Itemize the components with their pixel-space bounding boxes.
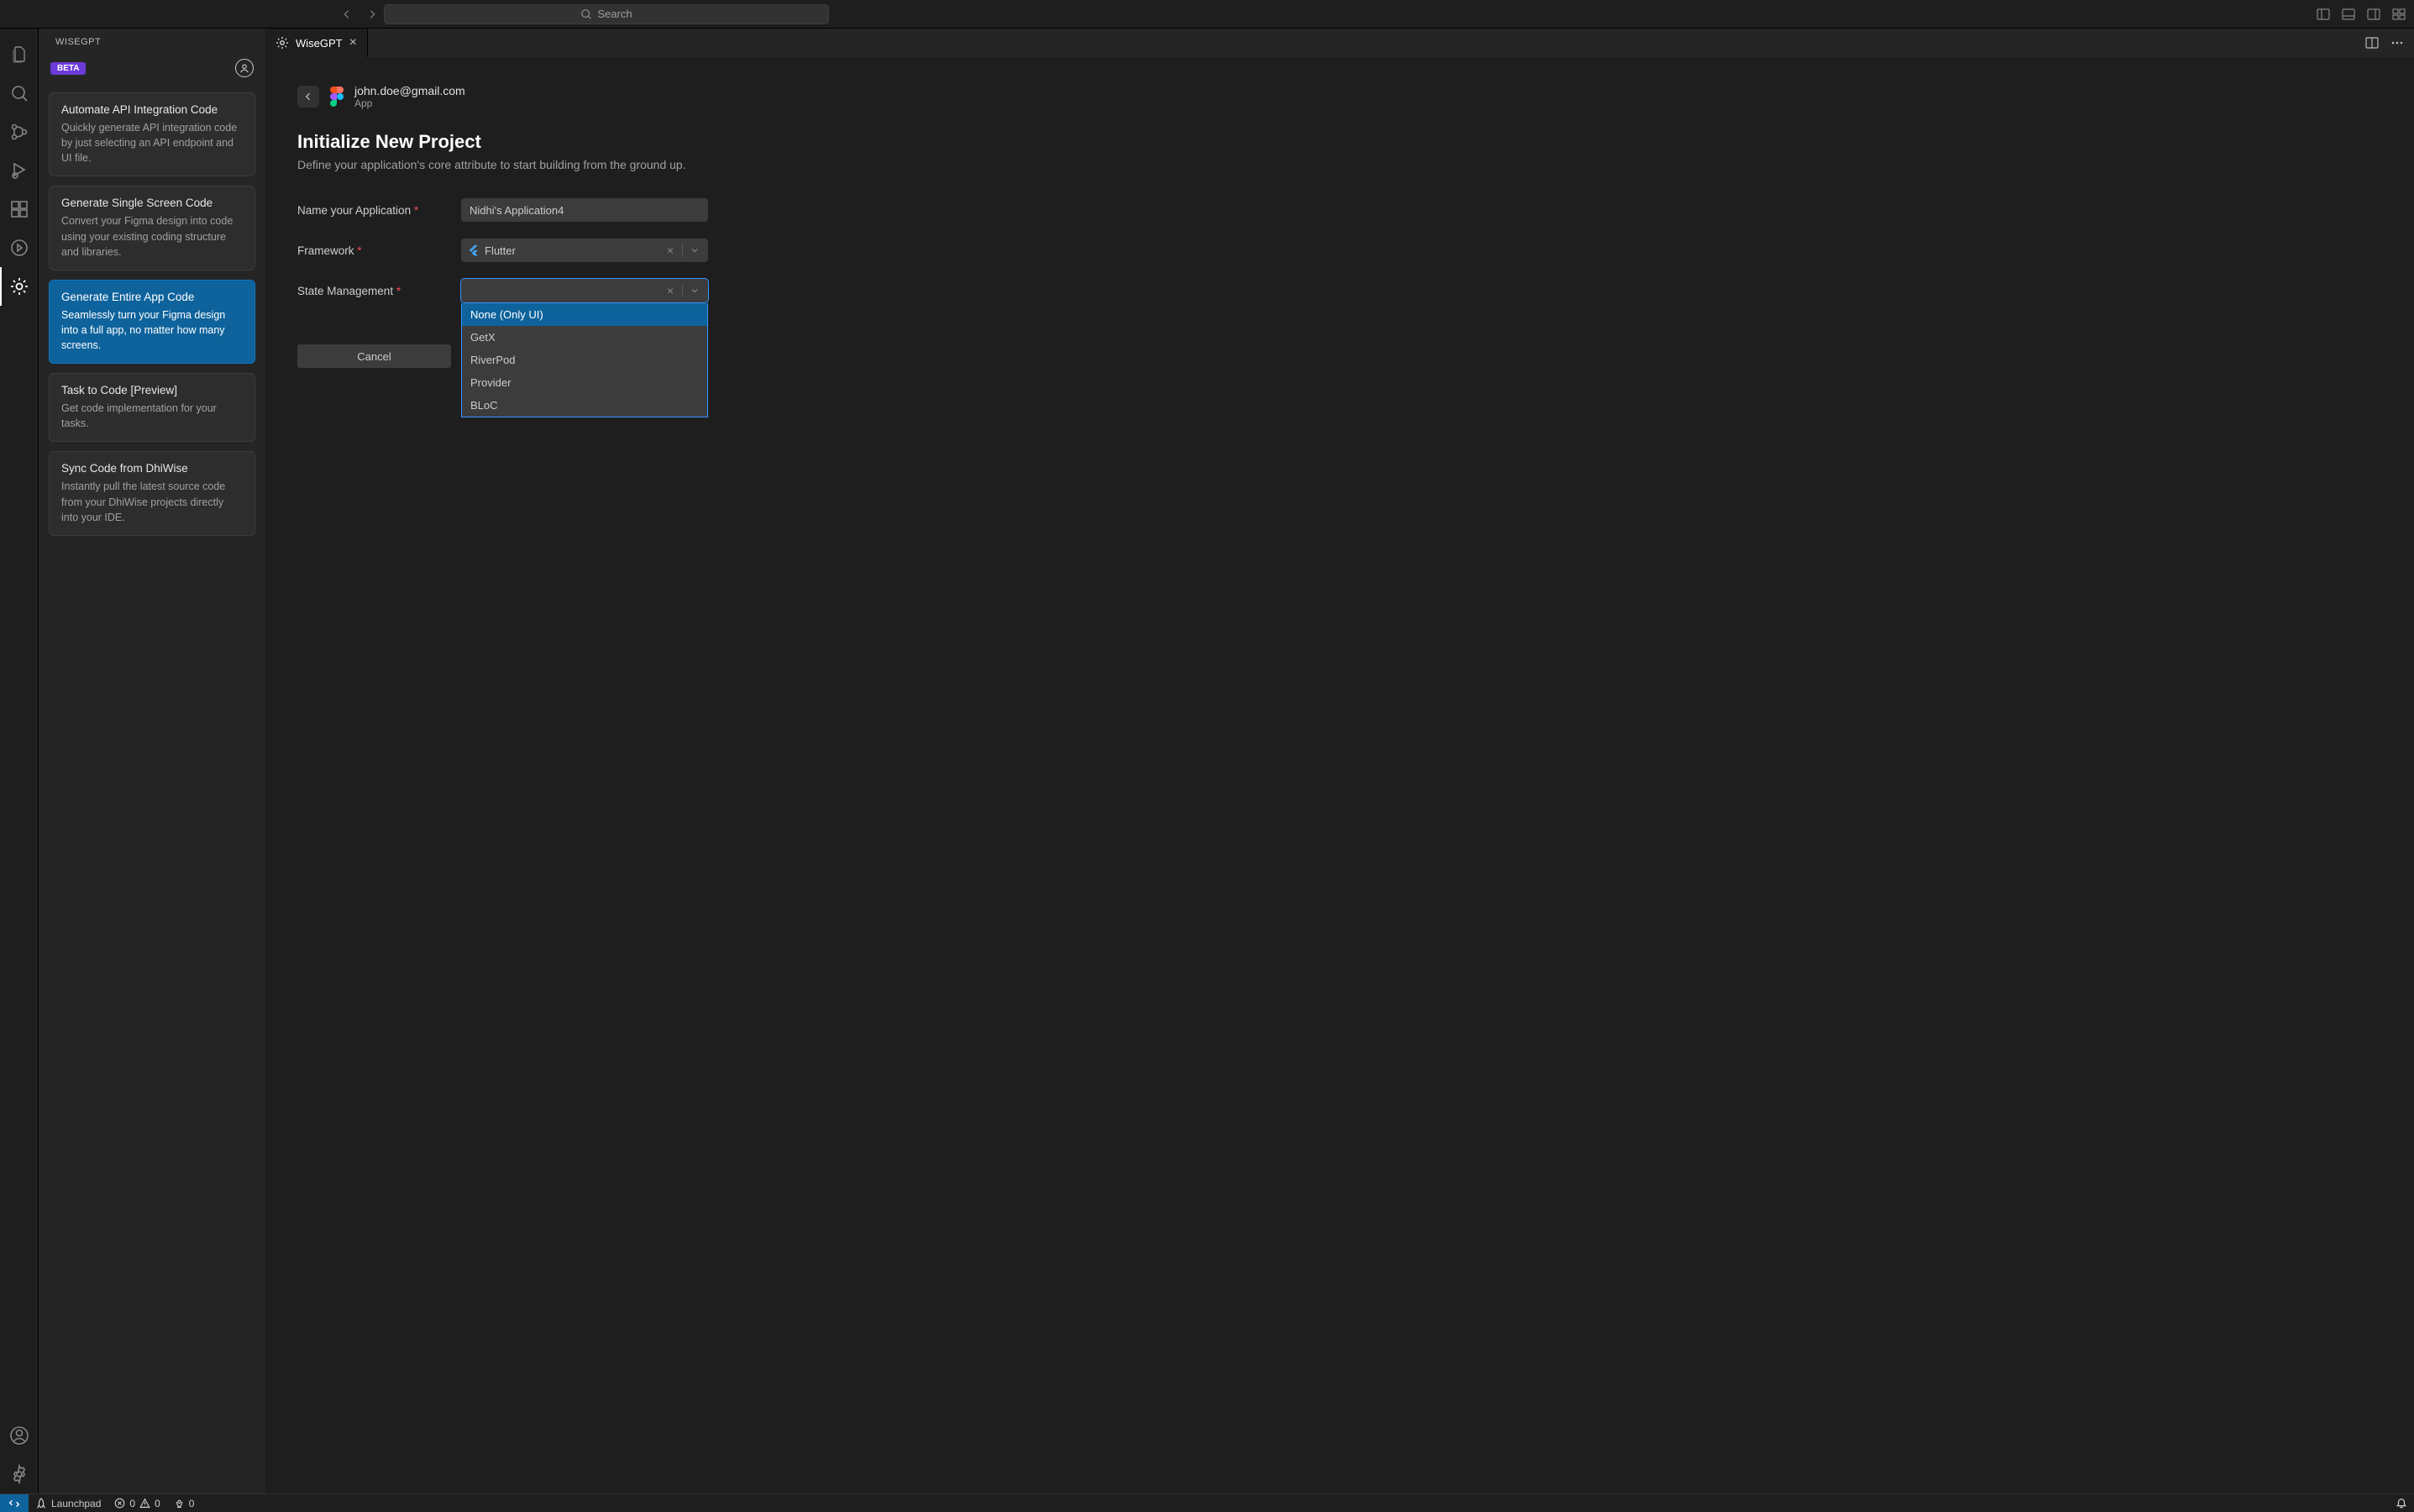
framework-select[interactable]: Flutter × <box>461 239 708 262</box>
nav-forward[interactable] <box>365 8 379 21</box>
editor-area: WiseGPT × <box>265 29 2414 1494</box>
sidebar-card[interactable]: Generate Single Screen Code Convert your … <box>49 186 255 270</box>
tab-close-icon[interactable]: × <box>349 36 357 50</box>
notifications-icon[interactable] <box>2389 1498 2414 1509</box>
chevron-down-icon[interactable] <box>688 286 701 296</box>
dropdown-option[interactable]: GetX <box>462 326 707 349</box>
page-title: Initialize New Project <box>297 131 2382 153</box>
command-center-search[interactable]: Search <box>384 4 829 24</box>
card-title: Generate Entire App Code <box>61 291 243 303</box>
breadcrumb-email: john.doe@gmail.com <box>354 84 465 97</box>
chevron-down-icon[interactable] <box>688 245 701 255</box>
dropdown-option[interactable]: None (Only UI) <box>462 303 707 326</box>
flutter-icon <box>468 244 480 256</box>
spinner-icon <box>276 36 289 50</box>
card-title: Sync Code from DhiWise <box>61 462 243 475</box>
sidebar-card[interactable]: Sync Code from DhiWise Instantly pull the… <box>49 451 255 535</box>
activity-wisegpt[interactable] <box>0 267 39 306</box>
toggle-secondary-sidebar-icon[interactable] <box>2367 8 2380 21</box>
card-title: Task to Code [Preview] <box>61 384 243 396</box>
launchpad-status[interactable]: Launchpad <box>29 1498 108 1509</box>
card-desc: Seamlessly turn your Figma design into a… <box>61 307 243 353</box>
dropdown-option[interactable]: Provider <box>462 371 707 394</box>
framework-clear-icon[interactable]: × <box>664 244 677 257</box>
split-editor-icon[interactable] <box>2365 36 2379 50</box>
activity-run-debug[interactable] <box>0 151 39 190</box>
dropdown-option[interactable]: RiverPod <box>462 349 707 371</box>
status-bar: Launchpad 0 0 0 <box>0 1494 2414 1512</box>
ports-status[interactable]: 0 <box>167 1498 202 1509</box>
toggle-panel-icon[interactable] <box>2342 8 2355 21</box>
card-title: Automate API Integration Code <box>61 103 243 116</box>
activity-bar <box>0 29 39 1494</box>
card-title: Generate Single Screen Code <box>61 197 243 209</box>
nav-back[interactable] <box>340 8 354 21</box>
beta-badge: BETA <box>50 62 86 75</box>
user-avatar-icon[interactable] <box>235 59 254 77</box>
state-clear-icon[interactable]: × <box>664 284 677 297</box>
more-actions-icon[interactable] <box>2390 36 2404 50</box>
activity-extension-5[interactable] <box>0 228 39 267</box>
framework-label: Framework * <box>297 244 461 257</box>
problems-status[interactable]: 0 0 <box>108 1498 166 1509</box>
card-desc: Quickly generate API integration code by… <box>61 120 243 165</box>
search-placeholder: Search <box>597 8 632 20</box>
sidebar-card[interactable]: Automate API Integration Code Quickly gen… <box>49 92 255 176</box>
state-dropdown: None (Only UI)GetXRiverPodProviderBLoC <box>461 303 708 417</box>
name-label: Name your Application * <box>297 204 461 217</box>
back-button[interactable] <box>297 86 319 108</box>
card-desc: Convert your Figma design into code usin… <box>61 213 243 259</box>
remote-indicator[interactable] <box>0 1494 29 1512</box>
activity-settings[interactable] <box>0 1455 39 1494</box>
state-management-select[interactable]: × None (Only UI)GetXRiverPodProviderBLoC <box>461 279 708 302</box>
sidebar: WISEGPT BETA Automate API Integration Co… <box>39 29 265 1494</box>
breadcrumb: john.doe@gmail.com App <box>297 84 2382 109</box>
breadcrumb-sub: App <box>354 97 465 109</box>
sidebar-title: WISEGPT <box>39 29 265 52</box>
app-name-input[interactable] <box>461 198 708 222</box>
dropdown-option[interactable]: BLoC <box>462 394 707 417</box>
activity-source-control[interactable] <box>0 113 39 151</box>
framework-value: Flutter <box>485 244 659 257</box>
state-label: State Management * <box>297 285 461 297</box>
toggle-primary-sidebar-icon[interactable] <box>2317 8 2330 21</box>
activity-accounts[interactable] <box>0 1416 39 1455</box>
activity-extensions[interactable] <box>0 190 39 228</box>
search-icon <box>580 8 592 20</box>
titlebar: Search <box>0 0 2414 29</box>
figma-icon <box>329 87 344 107</box>
tab-label: WiseGPT <box>296 37 343 50</box>
cancel-button[interactable]: Cancel <box>297 344 451 368</box>
card-desc: Instantly pull the latest source code fr… <box>61 479 243 524</box>
card-desc: Get code implementation for your tasks. <box>61 401 243 431</box>
customize-layout-icon[interactable] <box>2392 8 2406 21</box>
page-subtitle: Define your application's core attribute… <box>297 158 2382 171</box>
sidebar-card[interactable]: Task to Code [Preview] Get code implement… <box>49 373 255 442</box>
activity-explorer[interactable] <box>0 35 39 74</box>
tab-bar: WiseGPT × <box>265 29 2414 57</box>
sidebar-card[interactable]: Generate Entire App Code Seamlessly turn … <box>49 280 255 364</box>
tab-wisegpt[interactable]: WiseGPT × <box>265 29 368 57</box>
activity-search[interactable] <box>0 74 39 113</box>
